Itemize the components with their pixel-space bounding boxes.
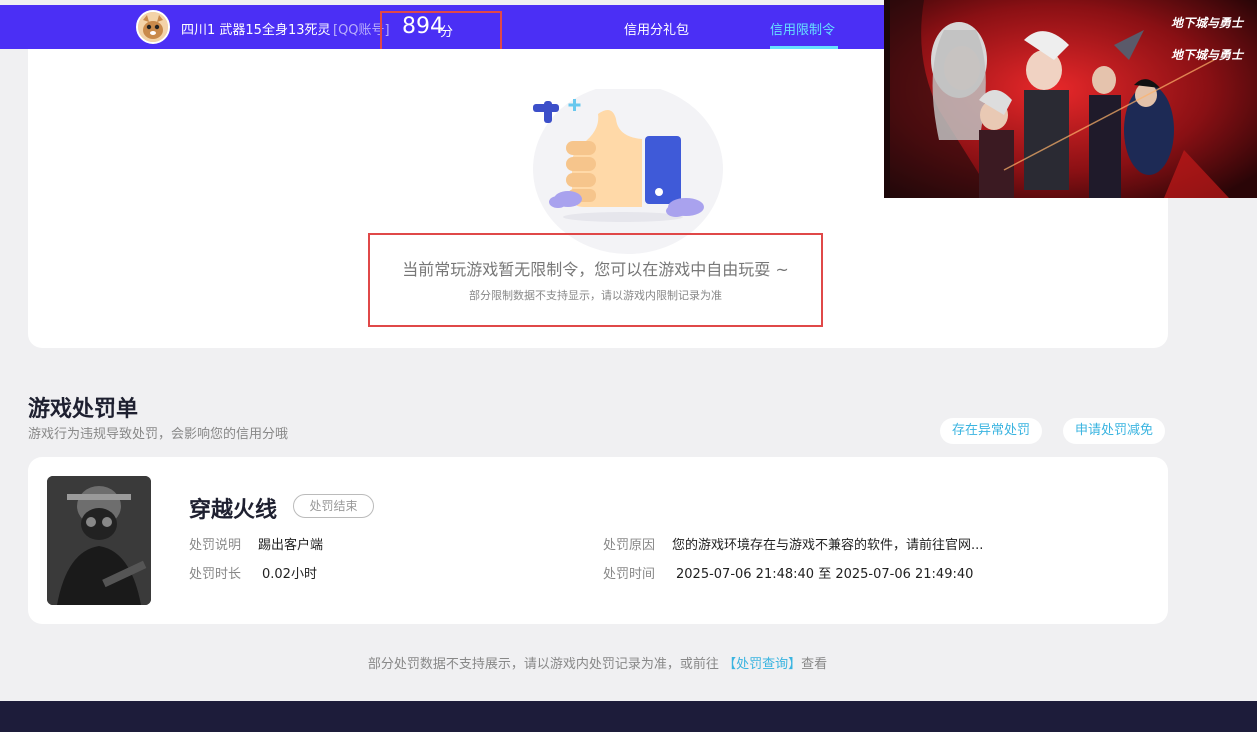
account-type: [QQ账号] [333,23,390,38]
penalty-section-subtitle: 游戏行为违规导致处罚，会影响您的信用分哦 [28,427,289,442]
penalty-query-link[interactable]: 【处罚查询】 [723,657,801,672]
ad-logo-bottom: 地下城与勇士 [1170,48,1243,62]
penalty-duration-label: 处罚时长 [189,567,242,582]
credit-score: 894 [402,14,444,39]
limit-message: 当前常玩游戏暂无限制令，您可以在游戏中自由玩耍 ~ [402,260,789,279]
game-name: 穿越火线 [189,498,278,523]
penalty-time-value: 2025-07-06 21:48:40 至 2025-07-06 21:49:4… [676,567,974,582]
limit-sub-message: 部分限制数据不支持显示，请以游戏内限制记录为准 [469,289,722,302]
score-unit: 分 [440,25,454,40]
tab-credit-gift[interactable]: 信用分礼包 [624,19,689,38]
penalty-reason-label: 处罚原因 [603,538,656,553]
footer-note: 部分处罚数据不支持展示，请以游戏内处罚记录为准，或前往 【处罚查询】查看 [0,653,1195,672]
username: 四川1 武器15全身13死灵 [181,23,331,38]
status-badge: 处罚结束 [293,494,374,518]
footer-note-suffix: 查看 [801,657,828,672]
penalty-desc-value: 踢出客户端 [258,538,324,553]
penalty-reason-value: 您的游戏环境存在与游戏不兼容的软件，请前往官网... [672,538,984,553]
footer-note-text: 部分处罚数据不支持展示，请以游戏内处罚记录为准，或前往 [367,657,719,672]
abnormal-penalty-button[interactable]: 存在异常处罚 [940,418,1043,444]
penalty-duration-value: 0.02小时 [262,567,317,582]
ad-logo-top: 地下城与勇士 [1170,16,1243,30]
page-footer [0,701,1257,732]
message-highlight-box [368,233,823,327]
game-ad-banner[interactable]: 地下城与勇士 地下城与勇士 [884,0,1257,198]
penalty-desc-label: 处罚说明 [189,538,242,553]
apply-reduction-button[interactable]: 申请处罚减免 [1063,418,1166,444]
avatar[interactable] [136,10,170,44]
tab-credit-limit[interactable]: 信用限制令 [770,19,835,38]
penalty-time-label: 处罚时间 [603,567,656,582]
penalty-section-title: 游戏处罚单 [28,397,139,422]
game-cover-image [47,476,151,605]
